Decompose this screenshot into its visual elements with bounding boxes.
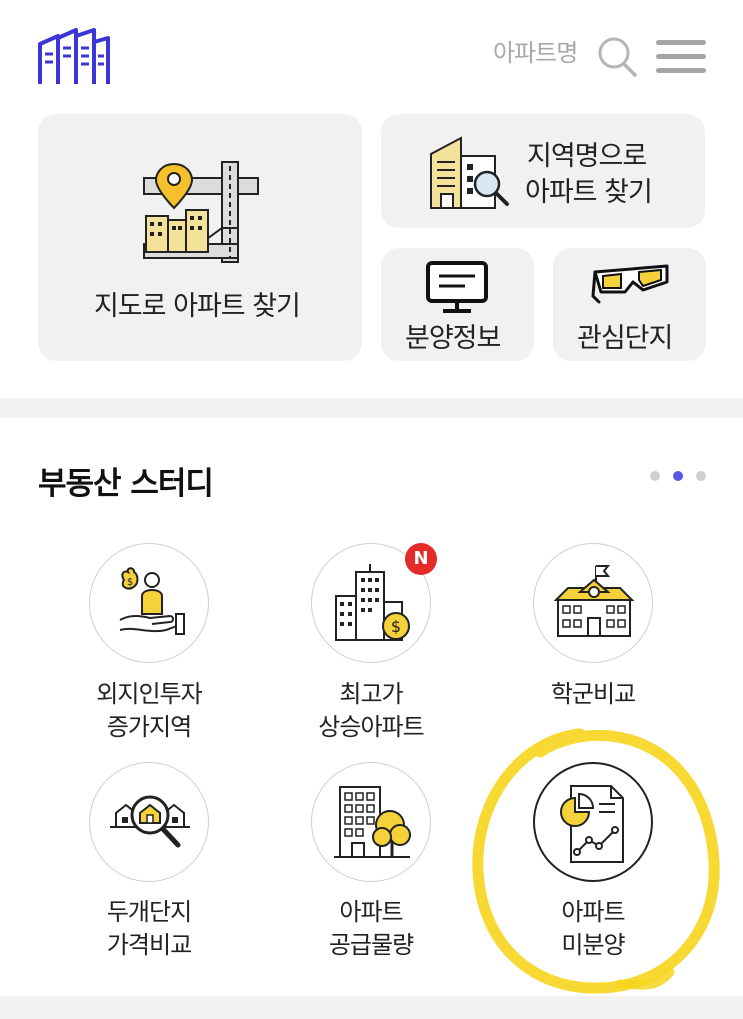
section-divider <box>0 398 743 418</box>
study-item-label-line1: 아파트 <box>561 898 625 926</box>
study-item-label-line1: 외지인투자 <box>96 680 202 708</box>
map-search-label: 지도로 아파트 찾기 <box>94 291 301 322</box>
hamburger-menu-icon[interactable] <box>656 39 706 75</box>
report-chart-icon <box>560 785 624 863</box>
map-pin-icon <box>143 161 259 263</box>
study-item-label-line2: 가격비교 <box>106 931 192 959</box>
sale-info-label: 분양정보 <box>405 323 501 354</box>
interest-complex-tile[interactable]: 관심단지 <box>553 248 706 361</box>
search-placeholder[interactable]: 아파트명 <box>493 36 578 70</box>
study-item-label-line1: 학군비교 <box>550 680 636 708</box>
interest-complex-label: 관심단지 <box>577 323 673 354</box>
apartment-tree-icon <box>334 786 411 858</box>
study-item-two-complex-compare[interactable] <box>89 762 209 882</box>
bottom-divider <box>0 996 743 1019</box>
study-item-label-line2: 증가지역 <box>106 713 192 741</box>
house-magnifier-icon <box>110 795 190 848</box>
region-search-label-line1: 지역명으로 <box>527 141 647 172</box>
region-search-tile[interactable]: 지역명으로 아파트 찾기 <box>381 114 705 228</box>
monitor-icon <box>426 261 488 313</box>
study-item-label-line2: 미분양 <box>561 931 625 959</box>
search-icon[interactable] <box>596 34 638 78</box>
study-item-circle-selected <box>533 762 653 882</box>
study-item-label-line1: 최고가 <box>339 680 403 708</box>
svg-text:$: $ <box>391 617 401 636</box>
map-search-tile[interactable]: 지도로 아파트 찾기 <box>38 114 362 361</box>
buildings-logo-icon[interactable] <box>36 28 112 88</box>
carousel-page-indicator[interactable] <box>648 469 708 483</box>
study-item-circle <box>311 762 431 882</box>
study-item-circle: $ <box>89 543 209 663</box>
study-item-circle <box>533 543 653 663</box>
study-item-supply-volume[interactable] <box>311 762 431 882</box>
study-item-label-line1: 두개단지 <box>106 898 192 926</box>
3d-glasses-icon <box>591 264 669 304</box>
study-item-circle <box>89 762 209 882</box>
study-item-school-compare[interactable] <box>533 543 653 663</box>
study-item-label-line2: 공급물량 <box>328 931 414 959</box>
school-icon <box>553 565 635 637</box>
new-badge: N <box>405 543 437 575</box>
study-item-outside-investment[interactable]: $ <box>89 543 209 663</box>
sale-info-tile[interactable]: 분양정보 <box>381 248 534 361</box>
svg-text:$: $ <box>127 577 133 588</box>
region-search-label-line2: 아파트 찾기 <box>525 177 653 208</box>
study-item-label-line1: 아파트 <box>339 898 403 926</box>
study-item-label-line2: 상승아파트 <box>318 713 424 741</box>
study-item-unsold-apartments[interactable] <box>533 762 653 882</box>
study-item-top-price[interactable]: $ N <box>311 543 437 663</box>
investor-money-icon: $ <box>119 567 185 635</box>
building-magnifier-icon <box>430 136 509 209</box>
section-title: 부동산 스터디 <box>38 466 214 502</box>
